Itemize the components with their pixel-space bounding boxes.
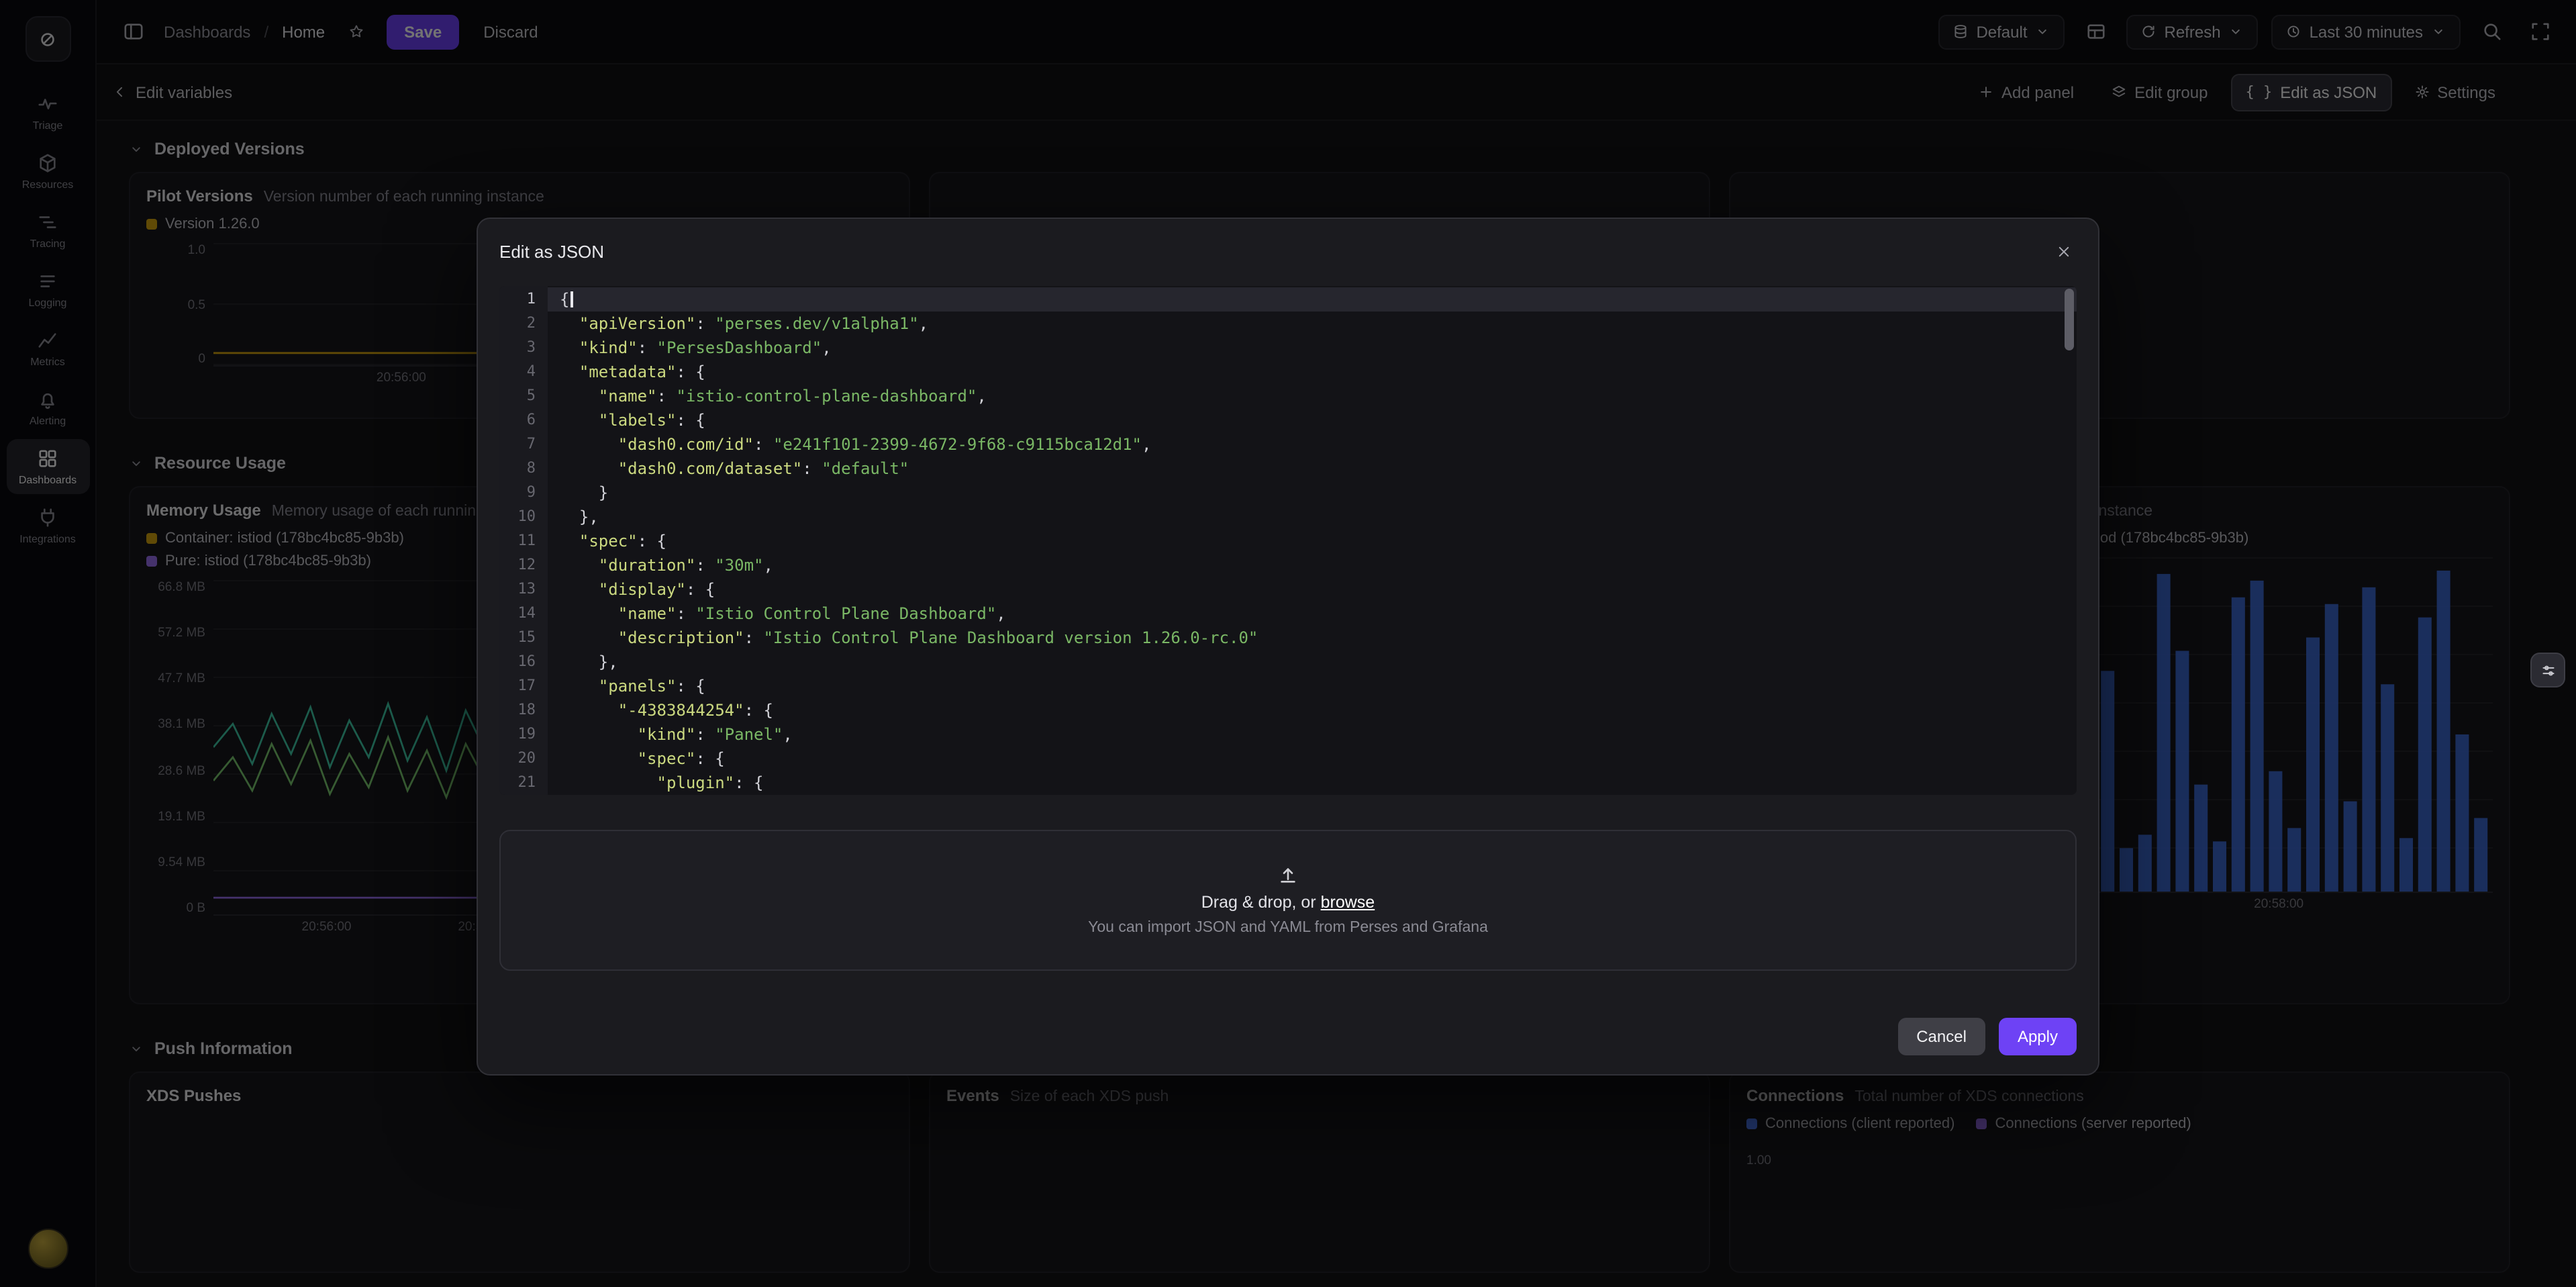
code-line[interactable]: "metadata": { <box>560 360 2077 384</box>
line-number: 10 <box>499 505 548 529</box>
edit-as-json-dialog: Edit as JSON 123456789101112131415161718… <box>477 218 2099 1076</box>
code-line[interactable]: "labels": { <box>560 408 2077 432</box>
close-icon <box>2056 244 2071 258</box>
text-cursor <box>571 291 573 307</box>
line-number: 6 <box>499 408 548 432</box>
app-root: Triage Resources Tracing Logging Metrics… <box>0 0 2576 1287</box>
line-number: 3 <box>499 336 548 360</box>
code-line[interactable]: "apiVersion": "perses.dev/v1alpha1", <box>560 312 2077 336</box>
code-line[interactable]: }, <box>560 650 2077 674</box>
code-line[interactable]: "spec": { <box>560 747 2077 771</box>
code-line[interactable]: "name": "istio-control-plane-dashboard", <box>560 384 2077 408</box>
dropzone-hint: You can import JSON and YAML from Perses… <box>1088 920 1488 936</box>
line-number: 8 <box>499 457 548 481</box>
code-line[interactable]: "kind": "Panel", <box>560 722 2077 747</box>
line-number: 12 <box>499 553 548 577</box>
line-number: 19 <box>499 722 548 747</box>
code-line[interactable]: "kind": "PersesDashboard", <box>560 336 2077 360</box>
line-number: 14 <box>499 602 548 626</box>
code-line[interactable]: }, <box>560 505 2077 529</box>
quick-options-button[interactable] <box>2530 653 2565 687</box>
code-line[interactable]: "plugin": { <box>560 771 2077 795</box>
code-line[interactable]: "panels": { <box>560 674 2077 698</box>
line-number: 16 <box>499 650 548 674</box>
code-line[interactable]: { <box>548 287 2077 312</box>
line-number: 21 <box>499 771 548 795</box>
line-number: 4 <box>499 360 548 384</box>
dialog-title: Edit as JSON <box>499 241 604 261</box>
sliders-icon <box>2540 663 2555 677</box>
code-line[interactable]: "spec": { <box>560 529 2077 553</box>
line-number: 1 <box>499 287 548 312</box>
editor-gutter: 123456789101112131415161718192021 <box>499 286 548 795</box>
editor-scrollbar[interactable] <box>2065 289 2074 350</box>
json-code-editor[interactable]: 123456789101112131415161718192021 { "api… <box>499 286 2077 795</box>
upload-icon <box>1278 865 1298 885</box>
code-line[interactable]: "description": "Istio Control Plane Dash… <box>560 626 2077 650</box>
code-line[interactable]: } <box>560 481 2077 505</box>
line-number: 5 <box>499 384 548 408</box>
line-number: 17 <box>499 674 548 698</box>
code-line[interactable]: "dash0.com/dataset": "default" <box>560 457 2077 481</box>
code-line[interactable]: "-4383844254": { <box>560 698 2077 722</box>
import-dropzone[interactable]: Drag & drop, or browse You can import JS… <box>499 830 2077 971</box>
browse-link[interactable]: browse <box>1321 893 1375 912</box>
code-line[interactable]: "dash0.com/id": "e241f101-2399-4672-9f68… <box>560 432 2077 457</box>
line-number: 7 <box>499 432 548 457</box>
code-line[interactable]: "display": { <box>560 577 2077 602</box>
code-line[interactable]: "duration": "30m", <box>560 553 2077 577</box>
apply-button[interactable]: Apply <box>1999 1018 2077 1055</box>
line-number: 11 <box>499 529 548 553</box>
line-number: 2 <box>499 312 548 336</box>
line-number: 9 <box>499 481 548 505</box>
editor-code[interactable]: { "apiVersion": "perses.dev/v1alpha1", "… <box>548 286 2077 795</box>
line-number: 15 <box>499 626 548 650</box>
code-line[interactable]: "name": "Istio Control Plane Dashboard", <box>560 602 2077 626</box>
line-number: 18 <box>499 698 548 722</box>
line-number: 13 <box>499 577 548 602</box>
line-number: 20 <box>499 747 548 771</box>
close-dialog-button[interactable] <box>2050 238 2077 265</box>
dropzone-prompt: Drag & drop, or browse <box>1201 893 1375 912</box>
cancel-button[interactable]: Cancel <box>1897 1018 1985 1055</box>
